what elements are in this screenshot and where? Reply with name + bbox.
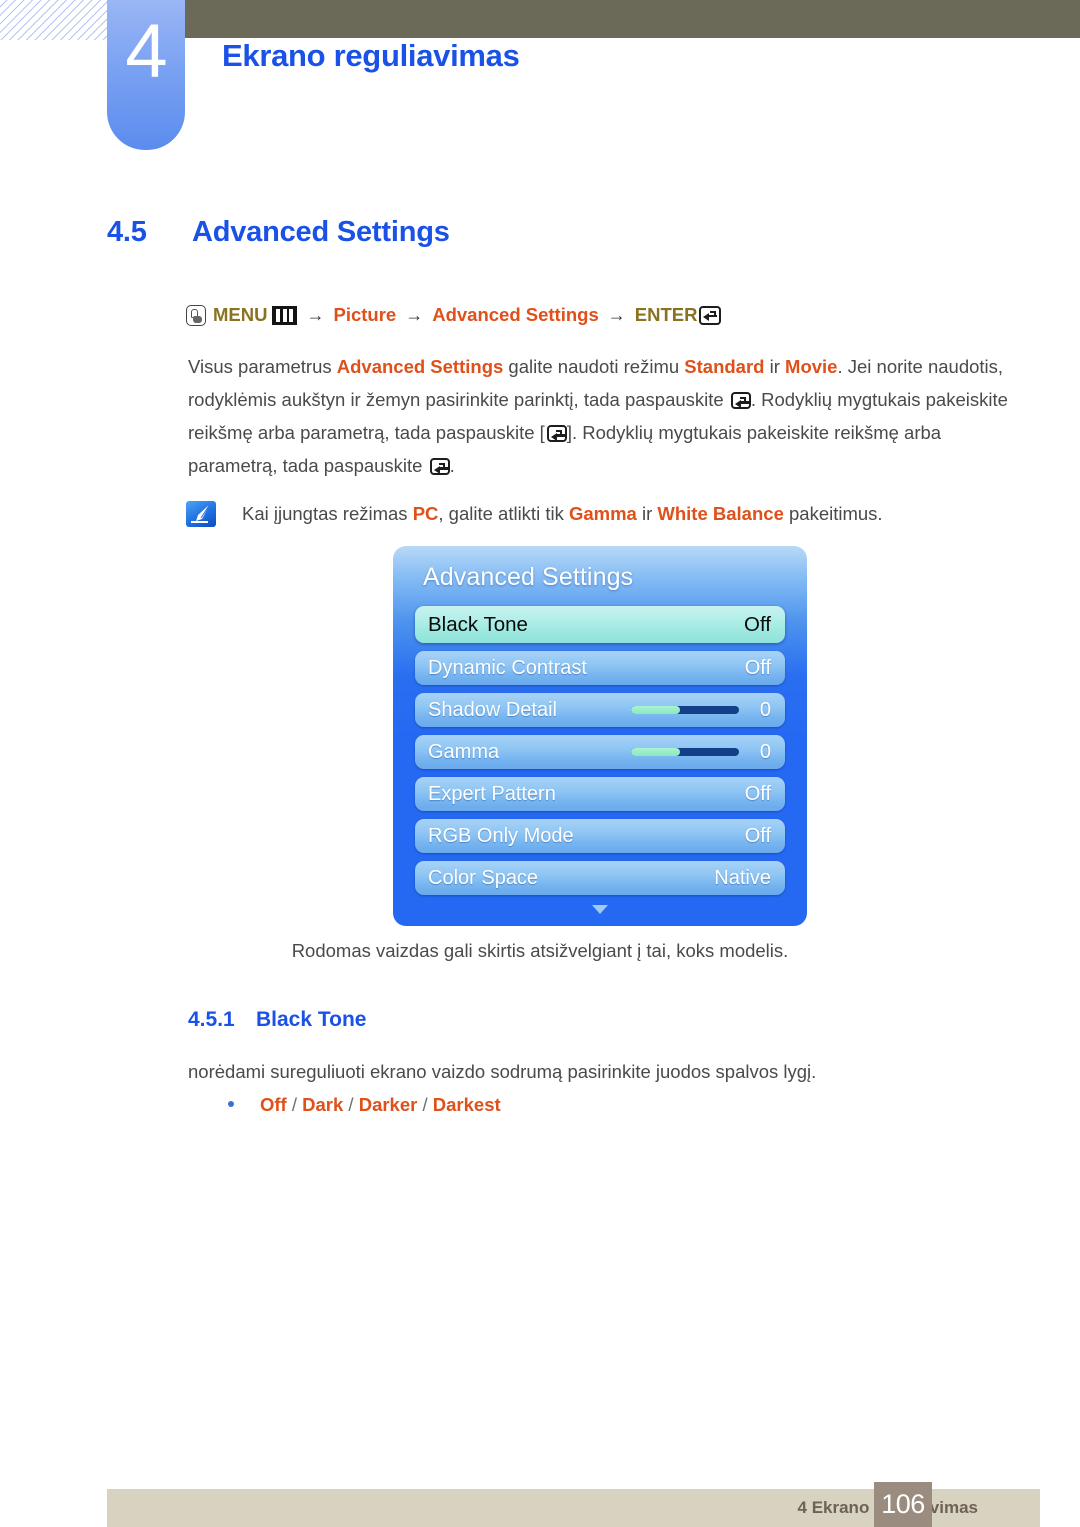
osd-row-value: Off: [744, 782, 771, 805]
note-highlight-gamma: Gamma: [568, 503, 637, 524]
osd-row-black-tone[interactable]: Black Tone Off: [415, 606, 785, 643]
breadcrumb-arrow-1: →: [306, 304, 325, 325]
subsection-number: 4.5.1: [188, 1008, 235, 1031]
osd-advanced-settings-panel: Advanced Settings Black Tone Off Dynamic C…: [393, 546, 807, 926]
note-highlight-white-balance: White Balance: [657, 503, 784, 524]
section-title: Advanced Settings: [192, 216, 450, 248]
osd-row-color-space[interactable]: Color Space Native: [415, 861, 785, 895]
subsection-title: Black Tone: [256, 1008, 367, 1031]
osd-row-value: Off: [744, 656, 771, 679]
osd-row-label: Dynamic Contrast: [428, 656, 587, 679]
breadcrumb-arrow-3: →: [607, 304, 626, 325]
osd-row-value: Native: [714, 866, 771, 889]
corner-hatch-decoration: [0, 0, 112, 40]
osd-title: Advanced Settings: [423, 563, 634, 591]
pen-note-icon: [186, 501, 216, 527]
osd-row-label: Expert Pattern: [428, 782, 556, 805]
intro-paragraph: Visus parametrus Advanced Settings galit…: [188, 350, 1018, 482]
options-bullet-list: Off / Dark / Darker / Darkest: [228, 1094, 501, 1116]
note-text-1: Kai įjungtas režimas: [242, 503, 413, 524]
para-highlight-advanced-settings: Advanced Settings: [336, 356, 504, 377]
subsection-description: norėdami sureguliuoti ekrano vaizdo sodr…: [188, 1061, 817, 1082]
option-darker: Darker: [358, 1094, 418, 1115]
osd-scroll-indicator[interactable]: [393, 901, 807, 919]
chapter-title: Ekrano reguliavimas: [222, 38, 520, 73]
breadcrumb-item-advanced-settings: Advanced Settings: [432, 304, 599, 325]
breadcrumb-arrow-2: →: [405, 304, 424, 325]
enter-key-icon-inline-3: [429, 458, 450, 475]
breadcrumb-enter-label: ENTER: [634, 304, 698, 325]
osd-row-value: 0: [759, 740, 771, 763]
breadcrumb-menu-label: MENU: [213, 304, 268, 325]
osd-row-value: 0: [759, 698, 771, 721]
para-text-7: .: [449, 455, 455, 476]
osd-row-value: Off: [744, 824, 771, 847]
osd-caption: Rodomas vaizdas gali skirtis atsižvelgia…: [291, 940, 789, 961]
page-title: 4.5 Advanced Settings: [107, 216, 450, 249]
chapter-number: 4: [125, 9, 167, 94]
osd-row-slider[interactable]: [631, 706, 739, 714]
osd-row-rgb-only-mode[interactable]: RGB Only Mode Off: [415, 819, 785, 853]
osd-row-value: Off: [744, 612, 771, 636]
enter-key-icon-inline-2: [546, 425, 567, 442]
note-block: Kai įjungtas režimas PC, galite atlikti …: [186, 500, 1026, 527]
para-text-2: galite naudoti režimu: [503, 356, 685, 377]
chapter-number-tab: 4: [107, 0, 185, 150]
osd-row-label: Black Tone: [428, 612, 528, 636]
header-olive-bar: [180, 0, 1080, 38]
option-dark: Dark: [302, 1094, 344, 1115]
note-text-2: , galite atlikti tik: [438, 503, 569, 524]
osd-row-slider[interactable]: [631, 748, 739, 756]
option-separator: /: [343, 1094, 359, 1115]
bullet-dot-icon: [228, 1101, 234, 1107]
osd-slider-fill: [631, 706, 680, 714]
osd-row-shadow-detail[interactable]: Shadow Detail 0: [415, 693, 785, 727]
para-text-1: Visus parametrus: [188, 356, 337, 377]
option-separator: /: [417, 1094, 433, 1115]
menu-bars-icon: [272, 305, 298, 325]
osd-row-label: Gamma: [428, 740, 500, 763]
osd-row-gamma[interactable]: Gamma 0: [415, 735, 785, 769]
subsection-heading: 4.5.1 Black Tone: [188, 1008, 366, 1032]
note-text-4: pakeitimus.: [783, 503, 883, 524]
osd-menu-list: Black Tone Off Dynamic Contrast Off Shadow D…: [415, 606, 785, 903]
osd-row-label: Color Space: [428, 866, 539, 889]
option-separator: /: [286, 1094, 303, 1115]
chevron-down-icon: [592, 905, 608, 914]
osd-row-label: Shadow Detail: [428, 698, 557, 721]
note-highlight-pc: PC: [412, 503, 439, 524]
osd-row-dynamic-contrast[interactable]: Dynamic Contrast Off: [415, 651, 785, 685]
note-text-3: ir: [636, 503, 658, 524]
para-text-3: ir: [764, 356, 786, 377]
option-off: Off: [260, 1094, 287, 1115]
osd-slider-fill: [631, 748, 680, 756]
breadcrumb-item-picture: Picture: [333, 304, 397, 325]
enter-key-icon: [699, 305, 722, 325]
hand-press-icon: [186, 304, 206, 326]
osd-row-expert-pattern[interactable]: Expert Pattern Off: [415, 777, 785, 811]
list-item: Off / Dark / Darker / Darkest: [228, 1094, 501, 1116]
para-highlight-standard: Standard: [684, 356, 765, 377]
section-number: 4.5: [107, 216, 147, 248]
bullet-options-text: Off / Dark / Darker / Darkest: [260, 1094, 501, 1116]
osd-row-label: RGB Only Mode: [428, 824, 574, 847]
breadcrumb: MENU → Picture → Advanced Settings → ENT…: [186, 300, 722, 330]
para-highlight-movie: Movie: [785, 356, 838, 377]
note-text: Kai įjungtas režimas PC, galite atlikti …: [242, 500, 883, 527]
enter-key-icon-inline-1: [730, 392, 751, 409]
footer-page-number: 106: [874, 1482, 932, 1527]
option-darkest: Darkest: [432, 1094, 501, 1115]
